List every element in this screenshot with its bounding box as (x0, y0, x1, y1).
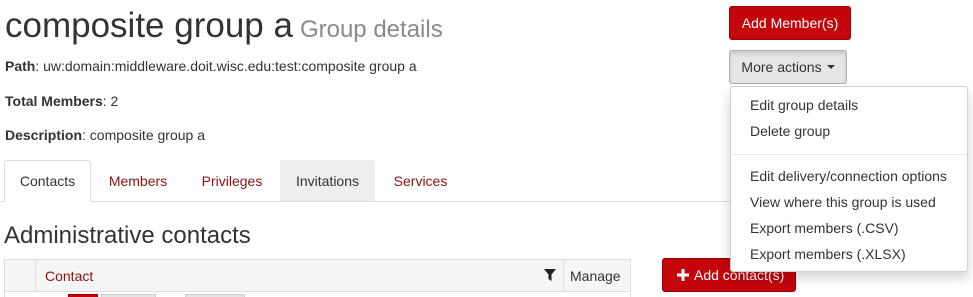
add-members-button[interactable]: Add Member(s) (729, 6, 851, 40)
page-title: composite group a Group details (5, 6, 443, 46)
tab-contacts[interactable]: Contacts (4, 160, 91, 202)
more-actions-menu: Edit group details Delete group Edit del… (730, 86, 968, 272)
more-actions-label: More actions (741, 59, 822, 75)
total-members-value: : 2 (102, 93, 119, 109)
menu-item-export-csv[interactable]: Export members (.CSV) (750, 220, 899, 236)
menu-item-view-group-usage[interactable]: View where this group is used (750, 194, 936, 210)
path-label: Path (5, 58, 36, 74)
page-subtitle: Group details (299, 16, 443, 43)
menu-divider (732, 154, 966, 155)
menu-item-export-xlsx[interactable]: Export members (.XLSX) (750, 246, 906, 262)
group-path: Path: uw:domain:middleware.doit.wisc.edu… (5, 58, 417, 74)
menu-item-edit-delivery-options[interactable]: Edit delivery/connection options (750, 168, 947, 184)
total-members: Total Members: 2 (5, 93, 118, 109)
tab-services[interactable]: Services (376, 160, 465, 202)
contacts-table: Contact Manage (4, 259, 631, 297)
contact-column-label: Contact (45, 267, 94, 284)
more-actions-button[interactable]: More actions (729, 50, 847, 84)
table-row (5, 291, 630, 297)
caret-down-icon (826, 65, 835, 69)
total-members-label: Total Members (5, 93, 103, 109)
group-tabs: Contacts Members Privileges Invitations … (0, 160, 730, 202)
group-description: Description: composite group a (5, 127, 205, 143)
administrative-contacts-title: Administrative contacts (4, 222, 251, 249)
menu-item-edit-group-details[interactable]: Edit group details (750, 97, 858, 113)
manage-column-label: Manage (570, 267, 621, 284)
select-column-header[interactable] (5, 260, 36, 291)
filter-icon[interactable] (544, 269, 556, 282)
plus-icon (677, 269, 689, 281)
contact-column-header[interactable]: Contact (36, 260, 564, 291)
description-value: : composite group a (82, 127, 205, 143)
path-value: : uw:domain:middleware.doit.wisc.edu:tes… (35, 58, 417, 74)
tab-privileges[interactable]: Privileges (185, 160, 279, 202)
add-members-label: Add Member(s) (741, 15, 839, 31)
manage-column-header: Manage (564, 260, 630, 291)
tab-members[interactable]: Members (92, 160, 184, 202)
description-label: Description (5, 127, 83, 143)
group-name: composite group a (5, 6, 293, 45)
tab-invitations[interactable]: Invitations (280, 160, 375, 201)
menu-item-delete-group[interactable]: Delete group (750, 123, 830, 139)
